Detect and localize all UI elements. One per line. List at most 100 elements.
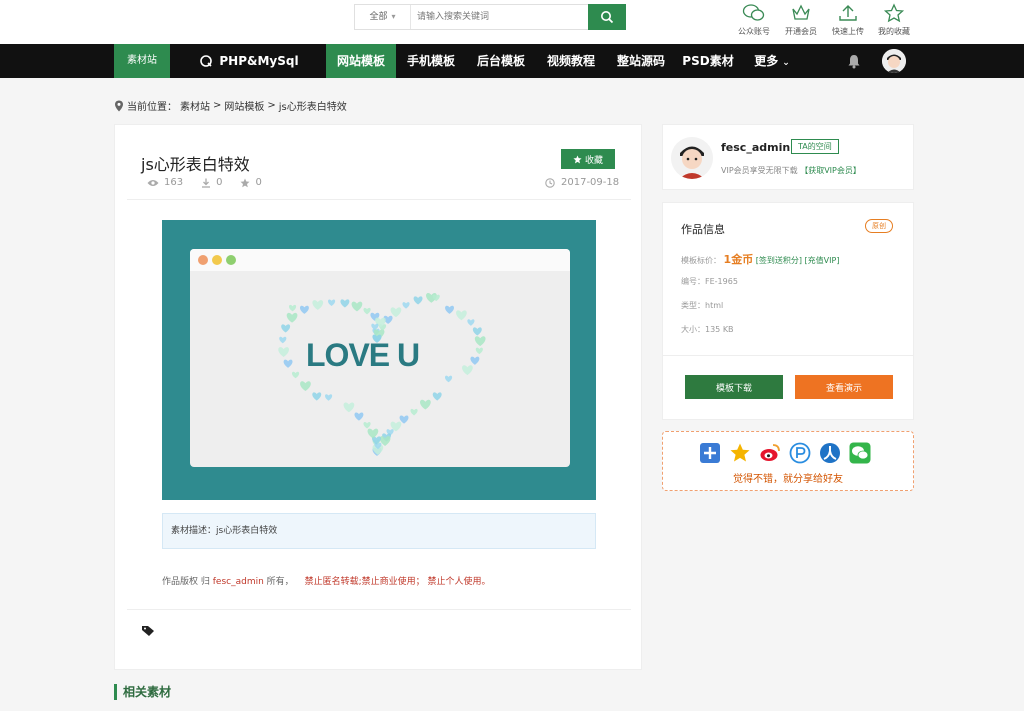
nav-item-mobile-templates[interactable]: 手机模板 (396, 44, 466, 78)
author-avatar[interactable] (671, 137, 713, 179)
preview-window-bar (190, 249, 570, 271)
nav-item-admin-templates[interactable]: 后台模板 (466, 44, 536, 78)
window-dot-icon (212, 255, 222, 265)
quick-link-favorites[interactable]: 我的收藏 (872, 2, 916, 37)
small-heart-icon (445, 305, 455, 314)
small-heart-icon (472, 327, 482, 336)
size-value: 135 KB (705, 325, 734, 334)
share-weibo-button[interactable] (759, 442, 781, 464)
copyright-user-link[interactable]: fesc_admin (213, 577, 264, 587)
nav-item-website-templates[interactable]: 网站模板 (326, 44, 396, 78)
small-heart-icon (283, 359, 293, 368)
type-label: 类型： (681, 301, 705, 310)
small-heart-icon (363, 422, 371, 429)
small-heart-icon (456, 310, 467, 321)
vip-promo-text: VIP会员享受无限下载 (721, 166, 798, 175)
preview-browser-window: LOVE U (190, 249, 570, 467)
small-heart-icon (390, 307, 402, 318)
publish-date-value: 2017-09-18 (561, 177, 620, 188)
nav-item-site-source[interactable]: 整站源码 (606, 44, 676, 78)
copyright-prefix: 作品版权 归 (162, 577, 210, 587)
bell-icon (848, 55, 860, 69)
author-space-button[interactable]: TA的空间 (791, 139, 839, 154)
breadcrumb-item-home[interactable]: 素材站 (180, 98, 210, 113)
download-button[interactable]: 模板下载 (685, 375, 783, 399)
small-heart-icon (325, 394, 333, 401)
share-plus-button[interactable] (699, 442, 721, 464)
favorite-button[interactable]: 收藏 (561, 149, 615, 169)
share-qzone-button[interactable] (729, 442, 751, 464)
stars-count: 0 (255, 177, 262, 188)
price-label: 模板标价： (681, 256, 721, 265)
price-value: 1金币 (723, 253, 754, 266)
quick-link-vip[interactable]: 开通会员 (779, 2, 823, 37)
search-box: 全部 ▾ (354, 4, 626, 30)
original-badge: 原创 (865, 219, 893, 233)
small-heart-icon (281, 324, 291, 333)
work-info-card: 作品信息 原创 模板标价： 1金币 [签到送积分] [充值VIP] 编号：FE-… (662, 202, 914, 420)
work-detail-card: js心形表白特效 收藏 163 0 0 2017-09-18 LOVE U 素材… (114, 124, 642, 670)
work-info-heading: 作品信息 (681, 223, 725, 236)
qzone-star-icon (730, 443, 750, 462)
search-icon (601, 11, 614, 24)
star-icon (883, 3, 905, 23)
crown-icon (792, 4, 810, 20)
small-heart-icon (363, 307, 371, 315)
user-avatar[interactable] (882, 49, 906, 73)
description-text: js心形表白特效 (216, 526, 278, 536)
site-logo[interactable]: 素材站 (114, 44, 170, 78)
search-scope-select[interactable]: 全部 ▾ (355, 5, 411, 29)
size-label: 大小： (681, 325, 705, 334)
description-label: 素材描述： (171, 526, 217, 536)
small-heart-icon (410, 408, 418, 416)
small-heart-icon (467, 319, 475, 326)
search-button[interactable] (588, 4, 626, 30)
avatar-icon (671, 137, 713, 179)
share-renren-button[interactable] (819, 442, 841, 464)
avatar-icon (882, 49, 906, 73)
plus-icon (700, 443, 720, 463)
views-count: 163 (164, 177, 184, 188)
nav-item-label: PHP&MySql (219, 54, 299, 68)
view-demo-button[interactable]: 查看演示 (795, 375, 893, 399)
quick-link-label: 公众账号 (738, 27, 770, 36)
nav-item-video-tutorials[interactable]: 视频教程 (536, 44, 606, 78)
get-vip-link[interactable]: 【获取VIP会员】 (800, 166, 861, 175)
quick-link-upload[interactable]: 快速上传 (826, 2, 870, 37)
quick-link-label: 快速上传 (832, 27, 864, 36)
nav-item-php-mysql[interactable]: PHP&MySql (172, 44, 326, 78)
page-title: js心形表白特效 (141, 155, 250, 174)
downloads-stat: 0 (201, 177, 222, 188)
quick-link-wechat[interactable]: 公众账号 (732, 2, 776, 37)
id-label: 编号： (681, 277, 705, 286)
small-heart-icon (279, 336, 287, 344)
downloads-count: 0 (216, 177, 223, 188)
copyright-notice: 作品版权 归 fesc_admin 所有， 禁止匿名转载;禁止商业使用； 禁止个… (162, 574, 490, 587)
breadcrumb-prefix: 当前位置： (127, 102, 177, 113)
small-heart-icon (462, 365, 473, 376)
recharge-vip-link[interactable]: [充值VIP] (805, 256, 840, 265)
divider (663, 355, 913, 356)
breadcrumb-item-category[interactable]: 网站模板 (224, 98, 264, 113)
wechat-icon (849, 442, 871, 464)
share-pengyou-button[interactable] (789, 442, 811, 464)
small-heart-icon (286, 312, 298, 323)
search-scope-label: 全部 (369, 12, 388, 22)
small-heart-icon (367, 428, 379, 439)
small-heart-icon (354, 412, 364, 421)
author-name[interactable]: fesc_admin (721, 141, 790, 154)
share-wechat-button[interactable] (849, 442, 871, 464)
checkin-link[interactable]: [签到送积分] (756, 256, 802, 265)
notification-bell[interactable] (846, 53, 862, 72)
small-heart-icon (278, 347, 290, 357)
nav-item-label: 更多 (754, 54, 779, 68)
search-input[interactable] (417, 8, 583, 26)
preview-love-text: LOVE U (306, 337, 420, 373)
share-icons (699, 442, 871, 464)
type-row: 类型：html (681, 300, 723, 311)
small-heart-icon (432, 392, 442, 401)
breadcrumb-item-current: js心形表白特效 (278, 102, 347, 113)
renren-icon (820, 443, 840, 463)
nav-item-psd[interactable]: PSD素材 (676, 44, 740, 78)
nav-item-more[interactable]: 更多 ⌄ (744, 44, 800, 78)
